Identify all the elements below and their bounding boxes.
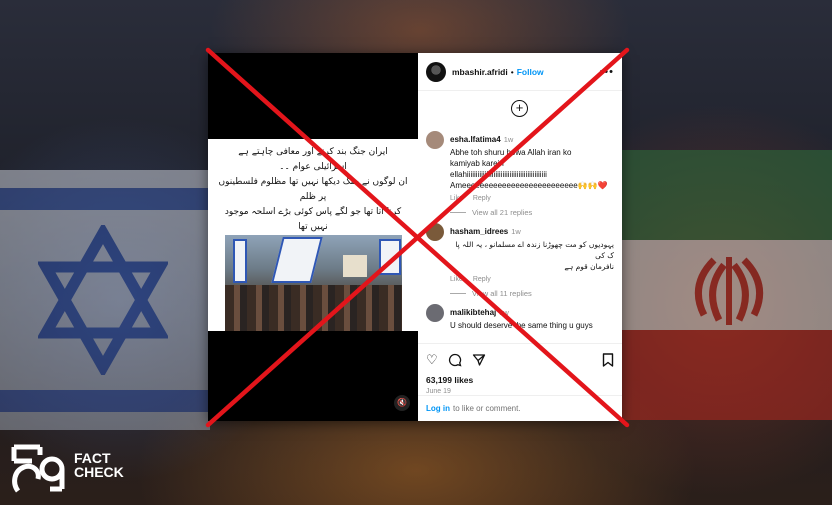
iran-flag-image <box>622 150 832 420</box>
logo-line: CHECK <box>74 464 124 480</box>
comment-text-line: ellahiiiiiiiiiiiiiiiiiiiiiiiiiiiiiiiiiii… <box>450 170 547 179</box>
star-of-david-icon <box>38 225 168 375</box>
share-icon[interactable] <box>472 353 486 367</box>
like-comment-button[interactable]: Like <box>450 276 463 283</box>
login-prompt-text: to like or comment. <box>453 404 521 413</box>
protest-photo <box>225 235 402 331</box>
iran-emblem-icon <box>694 257 764 325</box>
comment-text-line: نافرمان قوم ہے <box>564 262 614 271</box>
comment-username[interactable]: malikibtehaj <box>450 308 496 317</box>
avatar[interactable] <box>426 304 444 322</box>
comment-time: 1w <box>511 227 521 236</box>
flag-band-green <box>622 150 832 240</box>
flag-shape <box>233 239 247 283</box>
comment-text-line: U should deserve the same thing u guys <box>450 321 593 330</box>
follow-button[interactable]: Follow <box>517 67 544 77</box>
reply-button[interactable]: Reply <box>473 276 491 283</box>
caption-line: ان لوگوں نے جنگ دیکھا نہیں تھا مظلوم فلس… <box>218 177 408 202</box>
comment-item: esha.lfatima4 1w Abhe toh shuru howa Alla… <box>418 129 622 202</box>
post-sidebar: mbashir.afridi • Follow ••• + esha.lfati… <box>418 53 622 421</box>
post-media[interactable]: ایران جنگ بند کرنے اور معافی چاہتے ہے اس… <box>208 53 418 421</box>
comment-item: hasham_idrees 1w یہودیوں کو مت چھوڑنا زند… <box>418 221 622 283</box>
crowd <box>225 285 402 331</box>
caption-line: کرنا آتا تھا جو لگے پاس کوئی بڑے اسلحہ م… <box>224 207 402 232</box>
post-header: mbashir.afridi • Follow ••• <box>418 53 622 91</box>
view-replies-label: View all 11 replies <box>472 289 532 298</box>
comment-time: 1w <box>503 135 514 144</box>
login-link[interactable]: Log in <box>426 404 450 413</box>
like-comment-button[interactable]: Like <box>450 195 463 202</box>
caption-line: ایران جنگ بند کرنے اور معافی چاہتے ہے <box>238 147 388 157</box>
comment-icon[interactable] <box>448 353 462 367</box>
comment-text-line: Abhe toh shuru howa Allah iran ko <box>450 148 572 157</box>
heart-icon[interactable]: ♡ <box>426 352 438 368</box>
logo-text: FACT CHECK <box>74 451 124 479</box>
avatar[interactable] <box>426 131 444 149</box>
bookmark-icon[interactable] <box>602 353 614 367</box>
comment-username[interactable]: hasham_idrees <box>450 227 508 236</box>
flag-shape <box>379 239 401 275</box>
post-image: ایران جنگ بند کرنے اور معافی چاہتے ہے اس… <box>208 139 418 331</box>
avatar[interactable] <box>426 61 446 82</box>
instagram-post: ایران جنگ بند کرنے اور معافی چاہتے ہے اس… <box>208 53 622 421</box>
view-replies-label: View all 21 replies <box>472 208 533 217</box>
protest-sign <box>343 255 367 277</box>
mute-icon[interactable]: 🔇 <box>394 395 410 411</box>
view-replies-button[interactable]: View all 11 replies <box>450 289 622 298</box>
reply-button[interactable]: Reply <box>473 195 491 202</box>
caption-line: اسرائیلی عوام ۔۔ <box>279 162 347 172</box>
likes-count[interactable]: 63,199 likes <box>426 375 614 385</box>
divider <box>450 293 466 294</box>
logo-line: FACT <box>74 450 111 466</box>
comment-text-line: Ameeeeeeeeeeeeeeeeeeeeeeeeee🙌🙌❤️ <box>450 181 608 190</box>
separator-dot: • <box>510 66 514 77</box>
comment-item: malikibtehaj 1w U should deserve the same… <box>418 302 622 331</box>
view-replies-button[interactable]: View all 21 replies <box>450 208 622 217</box>
flag-band-red <box>622 330 832 420</box>
comment-username[interactable]: esha.lfatima4 <box>450 135 501 144</box>
comment-time: 1w <box>499 308 509 317</box>
divider <box>450 212 466 213</box>
post-actions: ♡ 63,199 likes June 19 <box>418 343 622 395</box>
login-bar: Log in to like or comment. <box>418 395 622 421</box>
avatar[interactable] <box>426 223 444 241</box>
post-media-caption: ایران جنگ بند کرنے اور معافی چاہتے ہے اس… <box>208 139 418 232</box>
flag-shape <box>271 237 323 283</box>
more-options-icon[interactable]: ••• <box>599 66 614 78</box>
flag-stripe <box>0 188 210 210</box>
comment-text-line: kamiyab karein <box>450 159 504 168</box>
post-date: June 19 <box>426 388 451 395</box>
add-icon[interactable]: + <box>511 100 528 117</box>
israel-flag-image <box>0 170 210 430</box>
post-username[interactable]: mbashir.afridi <box>452 67 508 77</box>
comment-text-line: یہودیوں کو مت چھوڑنا زندہ اے مسلمانو ، ی… <box>455 240 614 260</box>
comments-list: esha.lfatima4 1w Abhe toh shuru howa Alla… <box>418 129 622 339</box>
fact-check-logo: FACT CHECK <box>10 443 130 495</box>
logo-mark-icon <box>11 444 65 493</box>
flag-stripe <box>0 390 210 412</box>
